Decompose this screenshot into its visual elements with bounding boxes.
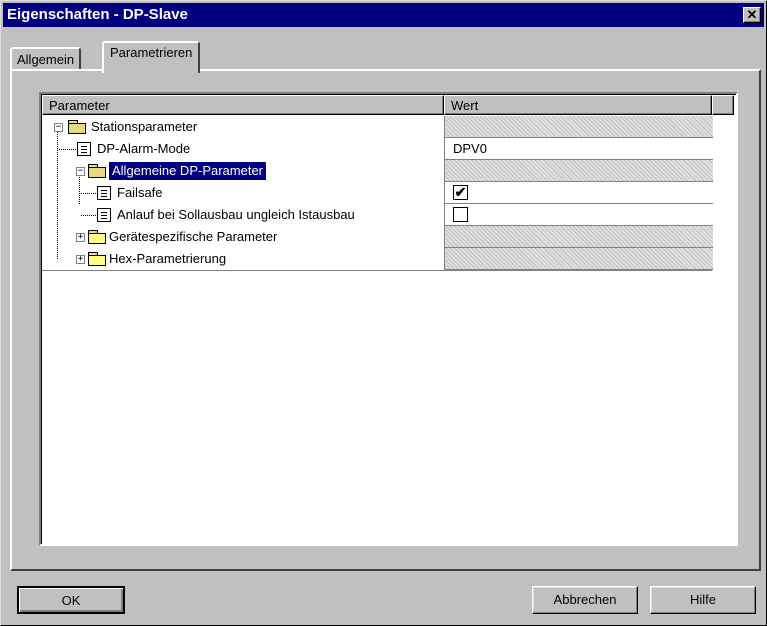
cancel-button[interactable]: Abbrechen	[532, 586, 638, 614]
folder-closed-icon	[88, 230, 106, 244]
title-bar: Eigenschaften - DP-Slave ✕	[3, 3, 764, 27]
failsafe-checkbox[interactable]: ✔	[453, 185, 468, 200]
tree-line	[81, 215, 96, 216]
check-mark-icon: ✔	[454, 184, 467, 200]
column-header-wert[interactable]: Wert	[444, 95, 712, 115]
column-header-parameter[interactable]: Parameter	[42, 95, 444, 115]
table-bottom-line	[42, 270, 712, 271]
value-cell	[444, 226, 713, 248]
tab-parametrieren[interactable]: Parametrieren	[102, 41, 201, 73]
collapse-toggle[interactable]: −	[76, 167, 85, 176]
parameter-cell: − Allgemeine DP-Parameter	[42, 160, 443, 182]
table-row[interactable]: − Stationsparameter	[42, 116, 713, 138]
ok-button[interactable]: OK	[17, 586, 125, 614]
properties-dialog: Eigenschaften - DP-Slave ✕ Allgemein Par…	[0, 0, 767, 626]
value-cell	[444, 116, 713, 138]
row-label: Stationsparameter	[91, 119, 198, 134]
table-row[interactable]: − Allgemeine DP-Parameter	[42, 160, 713, 182]
row-label: Allgemeine DP-Parameter	[107, 161, 268, 181]
value-cell	[444, 204, 713, 226]
value-cell	[444, 248, 713, 270]
expand-toggle[interactable]: +	[76, 233, 85, 242]
row-label: Gerätespezifische Parameter	[109, 229, 278, 244]
tab-allgemein[interactable]: Allgemein	[10, 47, 82, 71]
tab-label: Allgemein	[17, 52, 75, 67]
table-row[interactable]: + Gerätespezifische Parameter	[42, 226, 713, 248]
value-cell: ✔	[444, 182, 713, 204]
close-icon: ✕	[746, 7, 758, 22]
table-row[interactable]: Failsafe ✔	[42, 182, 713, 204]
parameter-table: Parameter Wert − Stationsparameter DP-Al…	[39, 92, 738, 546]
column-header-filler	[712, 95, 734, 115]
parameter-cell: − Stationsparameter	[42, 116, 443, 138]
tree-line	[59, 149, 76, 150]
collapse-toggle[interactable]: −	[54, 123, 63, 132]
row-label: DP-Alarm-Mode	[97, 141, 191, 156]
folder-open-icon	[68, 120, 86, 134]
table-row[interactable]: + Hex-Parametrierung	[42, 248, 713, 270]
parameter-cell: + Gerätespezifische Parameter	[42, 226, 443, 248]
document-icon	[97, 186, 111, 200]
value-cell[interactable]: DPV0	[444, 138, 713, 160]
row-label: Failsafe	[117, 185, 163, 200]
parameter-cell: + Hex-Parametrierung	[42, 248, 443, 270]
parameter-cell: Anlauf bei Sollausbau ungleich Istausbau	[42, 204, 443, 226]
close-button[interactable]: ✕	[743, 7, 761, 23]
row-label: Anlauf bei Sollausbau ungleich Istausbau	[117, 207, 355, 222]
window-title: Eigenschaften - DP-Slave	[7, 6, 188, 23]
tab-panel: Parameter Wert − Stationsparameter DP-Al…	[10, 69, 761, 571]
parameter-cell: Failsafe	[42, 182, 443, 204]
value-cell	[444, 160, 713, 182]
help-button[interactable]: Hilfe	[650, 586, 756, 614]
tree-line	[81, 193, 96, 194]
document-icon	[77, 142, 91, 156]
document-icon	[97, 208, 111, 222]
table-row[interactable]: Anlauf bei Sollausbau ungleich Istausbau	[42, 204, 713, 226]
tab-label: Parametrieren	[110, 45, 193, 60]
folder-closed-icon	[88, 252, 106, 266]
row-label: Hex-Parametrierung	[109, 251, 227, 266]
folder-open-icon	[88, 164, 106, 178]
parameter-cell: DP-Alarm-Mode	[42, 138, 443, 160]
anlauf-checkbox[interactable]	[453, 207, 468, 222]
expand-toggle[interactable]: +	[76, 255, 85, 264]
row-value: DPV0	[453, 141, 487, 156]
table-row[interactable]: DP-Alarm-Mode DPV0	[42, 138, 713, 160]
